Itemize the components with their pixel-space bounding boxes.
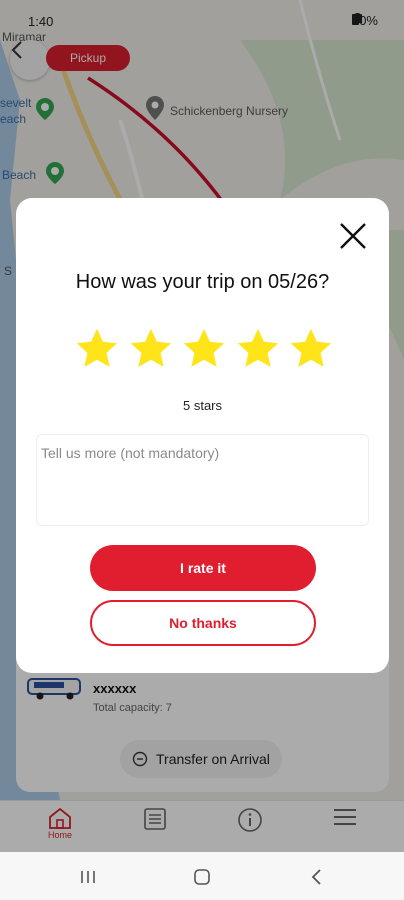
back-system-button[interactable] <box>304 866 328 888</box>
no-thanks-button[interactable]: No thanks <box>90 600 316 646</box>
comment-field[interactable] <box>41 445 364 515</box>
star-rating[interactable] <box>74 326 334 372</box>
star-icon-2[interactable] <box>128 326 174 372</box>
comment-field-wrapper <box>36 434 369 526</box>
system-nav-bar <box>0 852 404 900</box>
recents-button[interactable] <box>76 866 100 888</box>
home-system-icon <box>194 869 210 885</box>
rating-caption: 5 stars <box>182 398 222 413</box>
rate-button[interactable]: I rate it <box>90 545 316 591</box>
close-icon <box>340 223 366 249</box>
star-icon-3[interactable] <box>181 326 227 372</box>
star-icon-5[interactable] <box>288 326 334 372</box>
close-button[interactable] <box>337 220 369 252</box>
star-icon-4[interactable] <box>235 326 281 372</box>
home-system-button[interactable] <box>190 866 214 888</box>
star-icon-1[interactable] <box>74 326 120 372</box>
recents-icon <box>81 871 95 883</box>
modal-title: How was your trip on 05/26? <box>75 271 330 293</box>
rating-modal: How was your trip on 05/26? 5 stars I ra… <box>16 198 389 673</box>
back-system-icon <box>311 869 321 885</box>
